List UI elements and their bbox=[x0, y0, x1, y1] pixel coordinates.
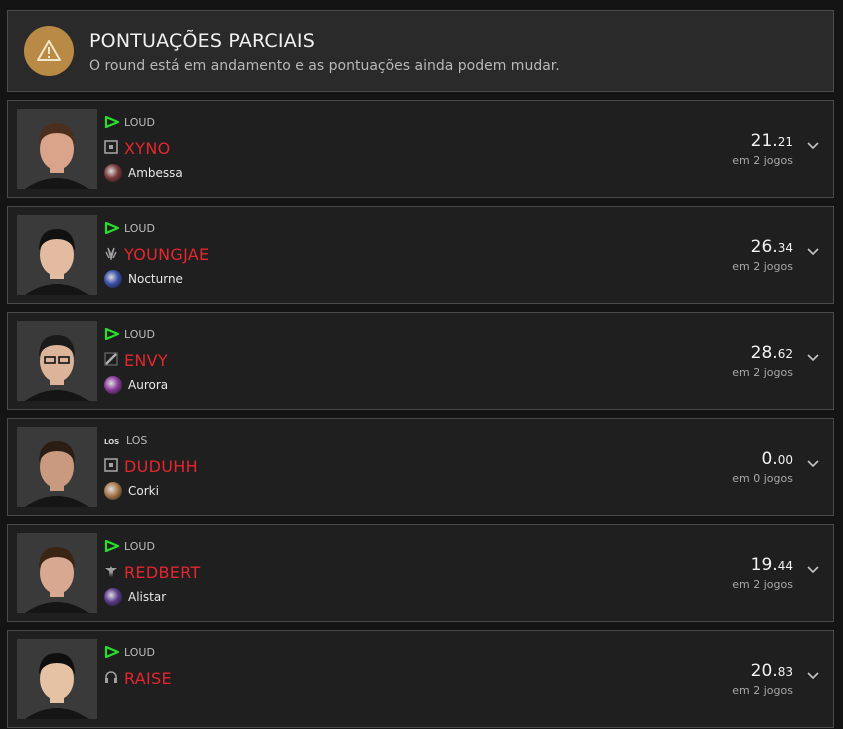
player-score: 20.83 bbox=[732, 661, 793, 681]
player-name[interactable]: REDBERT bbox=[124, 563, 200, 582]
games-count: em 2 jogos bbox=[732, 578, 793, 591]
score-decimal: 21 bbox=[777, 135, 793, 149]
jungle-icon bbox=[104, 245, 118, 264]
player-card[interactable]: LOUD ENVY Aurora 28.62 em 2 jogos bbox=[7, 312, 834, 410]
games-count: em 2 jogos bbox=[732, 684, 793, 697]
score-integer: 20. bbox=[750, 661, 778, 681]
games-count: em 2 jogos bbox=[732, 260, 793, 273]
score-integer: 0. bbox=[761, 449, 778, 469]
mid-lane-icon bbox=[104, 351, 118, 370]
player-score: 21.21 bbox=[732, 131, 793, 151]
player-card[interactable]: LOUD REDBERT Alistar 19.44 em 2 jogos bbox=[7, 524, 834, 622]
loud-logo-icon bbox=[104, 537, 120, 556]
champion-name: Corki bbox=[128, 484, 159, 498]
player-card[interactable]: LOUD YOUNGJAE Nocturne 26.34 em 2 jogos bbox=[7, 206, 834, 304]
score-decimal: 44 bbox=[777, 559, 793, 573]
player-score: 19.44 bbox=[732, 555, 793, 575]
loud-logo-icon bbox=[104, 219, 120, 238]
score-integer: 28. bbox=[750, 343, 778, 363]
player-photo bbox=[17, 639, 97, 719]
team-name: LOUD bbox=[124, 645, 155, 659]
player-photo bbox=[17, 321, 97, 401]
team-name: LOS bbox=[126, 433, 148, 447]
player-score: 28.62 bbox=[732, 343, 793, 363]
player-name[interactable]: XYNO bbox=[124, 139, 171, 158]
champion-name: Nocturne bbox=[128, 272, 183, 286]
player-photo bbox=[17, 109, 97, 189]
partial-scores-banner: PONTUAÇÕES PARCIAIS O round está em anda… bbox=[7, 10, 834, 92]
player-photo bbox=[17, 215, 97, 295]
games-count: em 2 jogos bbox=[732, 154, 793, 167]
chevron-down-icon[interactable] bbox=[806, 247, 820, 257]
player-name[interactable]: YOUNGJAE bbox=[124, 245, 209, 264]
player-card[interactable]: LOUD RAISE 20.83 em 2 jogos bbox=[7, 630, 834, 728]
chevron-down-icon[interactable] bbox=[806, 141, 820, 151]
banner-title: PONTUAÇÕES PARCIAIS bbox=[89, 30, 315, 52]
score-decimal: 00 bbox=[777, 453, 793, 467]
banner-subtitle: O round está em andamento e as pontuaçõe… bbox=[89, 58, 560, 74]
coach-headset-icon bbox=[104, 669, 118, 688]
warning-icon bbox=[24, 26, 74, 76]
support-icon bbox=[104, 563, 118, 582]
player-card[interactable]: LOUD XYNO Ambessa 21.21 em 2 jogos bbox=[7, 100, 834, 198]
player-score: 0.00 bbox=[732, 449, 793, 469]
player-card[interactable]: LOS LOS DUDUHH Corki 0.00 em 0 jogos bbox=[7, 418, 834, 516]
team-name: LOUD bbox=[124, 539, 155, 553]
chevron-down-icon[interactable] bbox=[806, 565, 820, 575]
player-name[interactable]: RAISE bbox=[124, 669, 172, 688]
champion-icon bbox=[104, 164, 122, 182]
team-name: LOUD bbox=[124, 327, 155, 341]
loud-logo-icon bbox=[104, 113, 120, 132]
player-name[interactable]: DUDUHH bbox=[124, 457, 198, 476]
champion-name: Aurora bbox=[128, 378, 169, 392]
score-integer: 21. bbox=[750, 131, 778, 151]
loud-logo-icon bbox=[104, 325, 120, 344]
score-decimal: 62 bbox=[777, 347, 793, 361]
champion-name: Ambessa bbox=[128, 166, 183, 180]
champion-icon bbox=[104, 376, 122, 394]
score-decimal: 83 bbox=[777, 665, 793, 679]
loud-logo-icon bbox=[104, 643, 120, 662]
score-integer: 19. bbox=[750, 555, 778, 575]
player-score: 26.34 bbox=[732, 237, 793, 257]
svg-text:LOS: LOS bbox=[104, 438, 119, 446]
champion-name: Alistar bbox=[128, 590, 167, 604]
los-logo-icon: LOS bbox=[104, 431, 122, 450]
champion-icon bbox=[104, 588, 122, 606]
score-integer: 26. bbox=[750, 237, 778, 257]
team-name: LOUD bbox=[124, 115, 155, 129]
team-name: LOUD bbox=[124, 221, 155, 235]
player-name[interactable]: ENVY bbox=[124, 351, 168, 370]
games-count: em 2 jogos bbox=[732, 366, 793, 379]
games-count: em 0 jogos bbox=[732, 472, 793, 485]
chevron-down-icon[interactable] bbox=[806, 353, 820, 363]
chevron-down-icon[interactable] bbox=[806, 671, 820, 681]
top-lane-icon bbox=[104, 457, 118, 476]
chevron-down-icon[interactable] bbox=[806, 459, 820, 469]
champion-icon bbox=[104, 270, 122, 288]
top-lane-icon bbox=[104, 139, 118, 158]
champion-icon bbox=[104, 482, 122, 500]
player-photo bbox=[17, 533, 97, 613]
player-photo bbox=[17, 427, 97, 507]
score-decimal: 34 bbox=[777, 241, 793, 255]
